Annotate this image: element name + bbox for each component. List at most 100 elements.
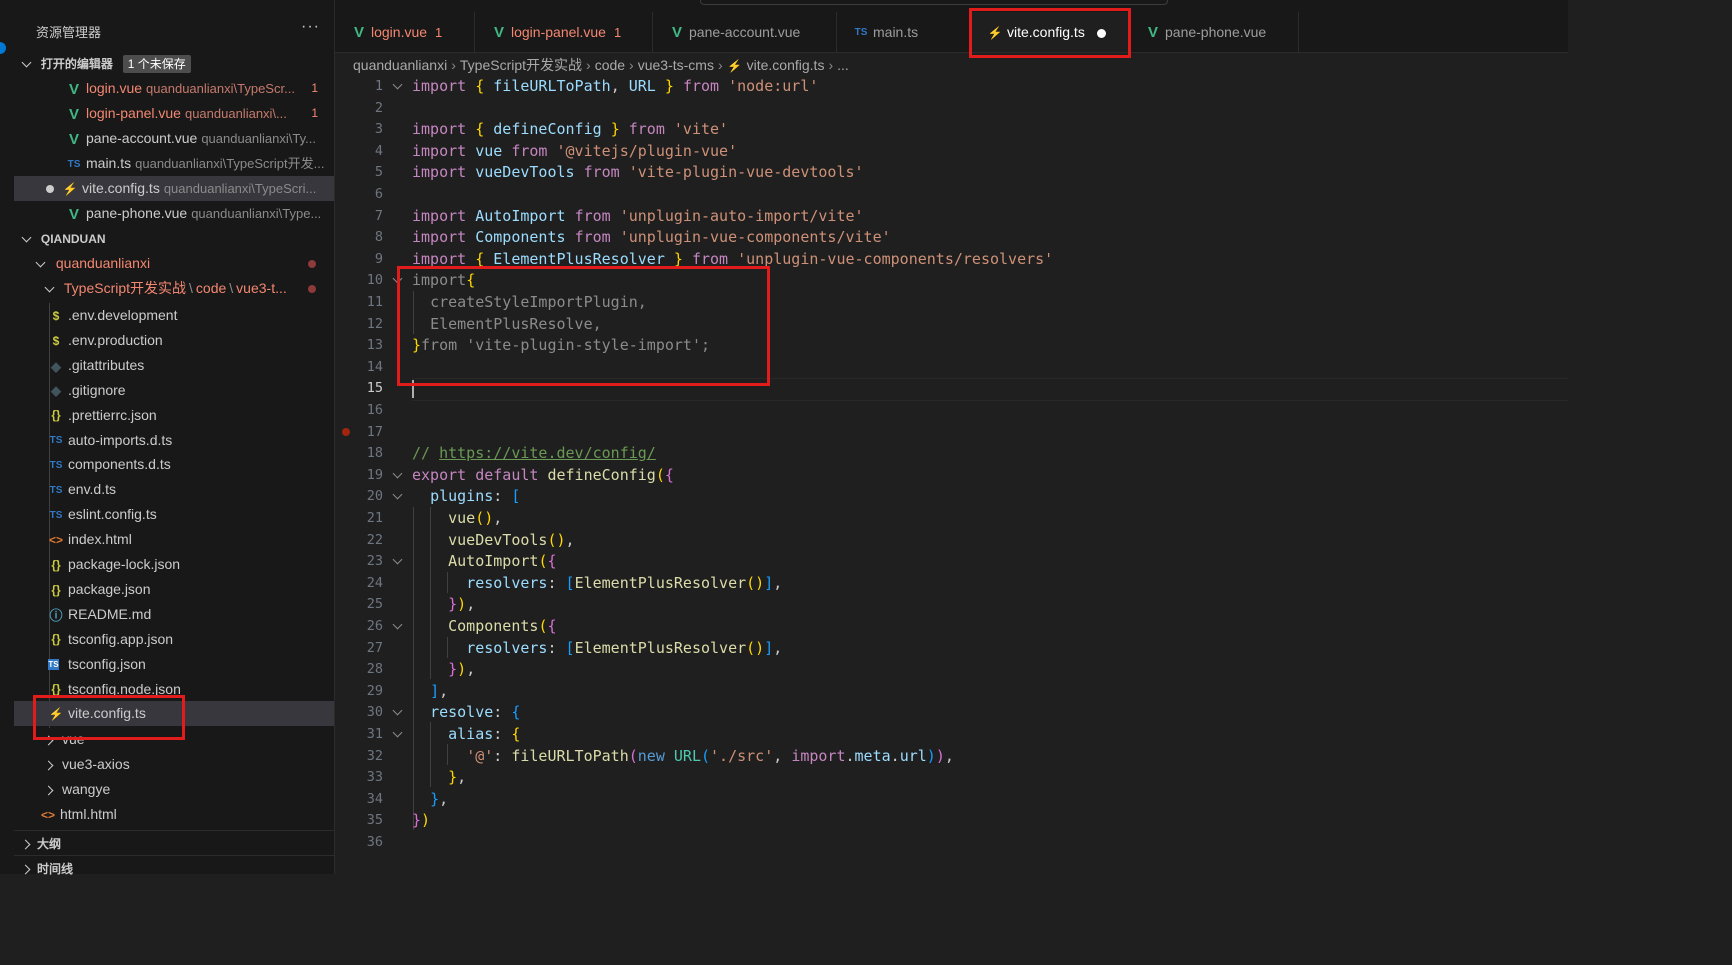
command-center[interactable] [700, 0, 1168, 5]
open-editor-item[interactable]: Vlogin.vue quanduanlianxi\TypeScr... 1 [14, 76, 334, 101]
env-icon: $ [52, 308, 60, 323]
code-token: , [773, 746, 792, 765]
code-token: , [773, 573, 783, 592]
code-token: 'unplugin-vue-components/vite' [619, 228, 891, 247]
file-label: html.html [60, 806, 117, 822]
breadcrumb-item[interactable]: vite.config.ts [747, 57, 825, 73]
open-editor-item[interactable]: TS main.ts quanduanlianxi\TypeScript开发... [14, 151, 334, 176]
file-label: components.d.ts [68, 456, 171, 473]
info-icon: ⓘ [49, 607, 63, 623]
code-token: from [682, 77, 720, 95]
timeline-header[interactable]: 时间线 [14, 855, 334, 881]
tab-pane-account-vue[interactable]: Vpane-account.vue [653, 12, 837, 52]
file-item[interactable]: TS tsconfig.json [14, 652, 334, 677]
open-editor-item[interactable]: ⚡ vite.config.ts quanduanlianxi\TypeScri..… [14, 176, 334, 201]
file-item[interactable]: $ .env.development [14, 303, 334, 328]
code-token: { [664, 465, 674, 484]
accounts-indicator[interactable] [0, 42, 6, 54]
code-token: : [493, 746, 512, 765]
tab-pane-phone-vue[interactable]: Vpane-phone.vue [1129, 12, 1299, 52]
open-editor-item[interactable]: Vpane-phone.vue quanduanlianxi\Type... [14, 201, 334, 226]
breadcrumb-item[interactable]: ... [837, 57, 849, 73]
code-token: // [412, 444, 440, 463]
code-token: : [493, 725, 512, 743]
file-item[interactable]: ◆ .gitattributes [14, 353, 334, 378]
code-token: defineConfig [547, 465, 656, 484]
file-item[interactable]: {} package.json [14, 577, 334, 602]
file-label: env.d.ts [68, 481, 116, 498]
file-item[interactable]: TS env.d.ts [14, 477, 334, 502]
file-label: .env.production [68, 331, 163, 348]
tab-login-vue[interactable]: Vlogin.vue 1 [335, 12, 475, 52]
tab-main-ts[interactable]: TS main.ts [837, 12, 971, 52]
file-label: .gitattributes [68, 356, 145, 373]
tab-login-panel-vue[interactable]: Vlogin-panel.vue 1 [475, 12, 653, 52]
code-token: URL [628, 77, 656, 95]
file-item[interactable]: {} package-lock.json [14, 552, 334, 577]
code-token: AutoImport [475, 206, 566, 225]
open-editor-item[interactable]: Vlogin-panel.vue quanduanlianxi\... 1 [14, 101, 334, 126]
file-item[interactable]: TS auto-imports.d.ts [14, 428, 334, 453]
line-number: 9 [374, 250, 383, 267]
editor-tabs: Vlogin.vue 1 Vlogin-panel.vue 1 Vpane-accoun… [335, 0, 1568, 53]
open-editors-header[interactable]: 打开的编辑器 1 个未保存 [14, 51, 334, 76]
open-editor-item[interactable]: Vpane-account.vue quanduanlianxi\Ty... [14, 126, 334, 151]
code-token: fileURLToPath [493, 77, 611, 95]
fold-chevron-icon[interactable] [393, 724, 403, 746]
folder-vue3-ts-cms[interactable]: TypeScript开发实战 \ code \ vue3-t... [14, 276, 334, 301]
breadcrumb: quanduanlianxi › TypeScript开发实战 › code › vue3-… [353, 54, 849, 76]
code-token: , [944, 746, 954, 765]
file-item[interactable]: {} tsconfig.app.json [14, 627, 334, 652]
code-token: ) [421, 811, 431, 830]
line-number: 13 [366, 337, 383, 354]
fold-chevron-icon[interactable] [393, 465, 403, 487]
folder-quanduanlianxi[interactable]: quanduanlianxi [14, 251, 334, 276]
file-item[interactable]: TS eslint.config.ts [14, 502, 334, 527]
vue-icon: V [68, 80, 79, 98]
code-token: Components [475, 228, 566, 247]
file-item[interactable]: TS components.d.ts [14, 452, 334, 477]
line-number: 3 [374, 121, 383, 138]
folder-vue3-axios[interactable]: vue3-axios [14, 752, 334, 777]
file-item[interactable]: $ .env.production [14, 328, 334, 353]
file-item[interactable]: <> index.html [14, 527, 334, 552]
file-item[interactable]: ◆ .gitignore [14, 378, 334, 403]
ts-icon: TS [49, 485, 63, 497]
file-label: package-lock.json [68, 556, 181, 572]
open-editor-path: quanduanlianxi\Type... [191, 206, 322, 221]
fold-chevron-icon[interactable] [393, 616, 403, 638]
folder-wangye[interactable]: wangye [14, 777, 334, 802]
breadcrumb-item[interactable]: quanduanlianxi [353, 57, 447, 73]
line-number: 21 [366, 510, 383, 526]
breadcrumb-item[interactable]: code [595, 57, 625, 73]
workspace-header[interactable]: QIANDUAN [14, 226, 334, 251]
timeline-title: 时间线 [37, 862, 74, 876]
code-token: defineConfig [493, 120, 602, 139]
breadcrumb-item[interactable]: vue3-ts-cms [638, 57, 714, 73]
file-html-html[interactable]: <> html.html [14, 802, 334, 827]
fold-chevron-icon[interactable] [393, 76, 403, 98]
code-token: resolvers [466, 638, 548, 657]
breakpoint-icon[interactable] [342, 428, 350, 436]
fold-chevron-icon[interactable] [393, 551, 403, 573]
line-number: 18 [366, 445, 383, 462]
file-item[interactable]: ⓘ README.md [14, 602, 334, 627]
open-editor-label: main.ts [86, 155, 132, 171]
fold-chevron-icon[interactable] [393, 702, 403, 724]
file-item[interactable]: {} .prettierrc.json [14, 403, 334, 428]
code-token: import [412, 141, 467, 160]
code-editor[interactable]: 1 import { fileURLToPath, URL } from 'nod… [335, 76, 1568, 874]
outline-header[interactable]: 大纲 [14, 830, 334, 856]
more-actions-icon[interactable]: ··· [301, 18, 320, 36]
fold-chevron-icon[interactable] [393, 486, 403, 508]
code-token: '@vitejs/plugin-vue' [556, 141, 738, 160]
code-token: [ [511, 487, 521, 506]
breadcrumb-item[interactable]: TypeScript开发实战 [460, 57, 582, 73]
